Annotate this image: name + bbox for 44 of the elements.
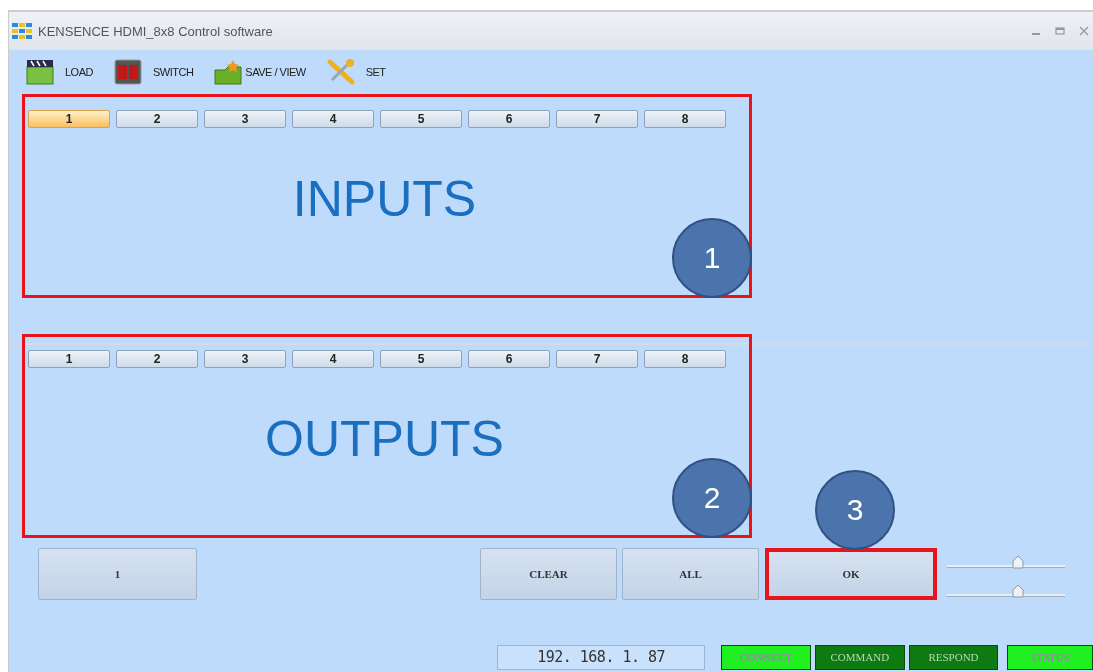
channel-button[interactable]: 3: [204, 110, 286, 128]
channel-button[interactable]: 6: [468, 110, 550, 128]
annotation-badge: 3: [815, 470, 895, 550]
ip-address-field[interactable]: 192. 168. 1. 87: [497, 645, 706, 670]
channel-button[interactable]: 2: [116, 110, 198, 128]
channel-button[interactable]: 4: [292, 350, 374, 368]
channel-button[interactable]: 1: [28, 350, 110, 368]
channel-button[interactable]: 2: [116, 350, 198, 368]
channel-button[interactable]: 7: [556, 110, 638, 128]
toolbar-button[interactable]: SWITCH: [112, 58, 194, 86]
toolbar-button[interactable]: LOAD: [25, 58, 93, 86]
action-button[interactable]: CLEAR: [480, 548, 617, 600]
close-icon[interactable]: [1079, 26, 1089, 36]
channel-button[interactable]: 8: [644, 350, 726, 368]
channel-button[interactable]: 6: [468, 350, 550, 368]
channel-button[interactable]: 3: [204, 350, 286, 368]
action-button[interactable]: ALL: [622, 548, 759, 600]
channel-button[interactable]: 5: [380, 350, 462, 368]
toolbar-button[interactable]: SAVE / VIEW: [213, 58, 306, 86]
app-icon: [12, 23, 32, 39]
action-button[interactable]: 1: [38, 548, 197, 600]
clapperboard-icon: [25, 58, 55, 86]
channel-button[interactable]: 4: [292, 110, 374, 128]
window-title: KENSENCE HDMI_8x8 Control software: [38, 23, 273, 39]
slider-thumb[interactable]: [1011, 555, 1024, 569]
annotation-badge: 2: [672, 458, 752, 538]
section-label: OUTPUTS: [264, 410, 505, 468]
channel-button[interactable]: 1: [28, 110, 110, 128]
status-indicator: COMMAND: [814, 645, 905, 670]
status-indicator: CONNECT: [721, 645, 811, 670]
channel-button[interactable]: 7: [556, 350, 638, 368]
folder-icon: [213, 58, 244, 86]
annotation-badge: 1: [672, 218, 752, 298]
channel-button[interactable]: 8: [644, 110, 726, 128]
status-indicator: STATUS: [1007, 645, 1093, 670]
maximize-icon[interactable]: [1055, 26, 1065, 36]
toolbar-button[interactable]: SET: [325, 58, 386, 86]
slider-thumb[interactable]: [1011, 584, 1024, 598]
tools-icon: [325, 58, 356, 86]
channel-button[interactable]: 5: [380, 110, 462, 128]
status-indicator: RESPOND: [908, 645, 999, 670]
digital-display-icon: [112, 58, 143, 86]
section-label: INPUTS: [291, 170, 478, 228]
action-button[interactable]: OK: [765, 548, 937, 600]
